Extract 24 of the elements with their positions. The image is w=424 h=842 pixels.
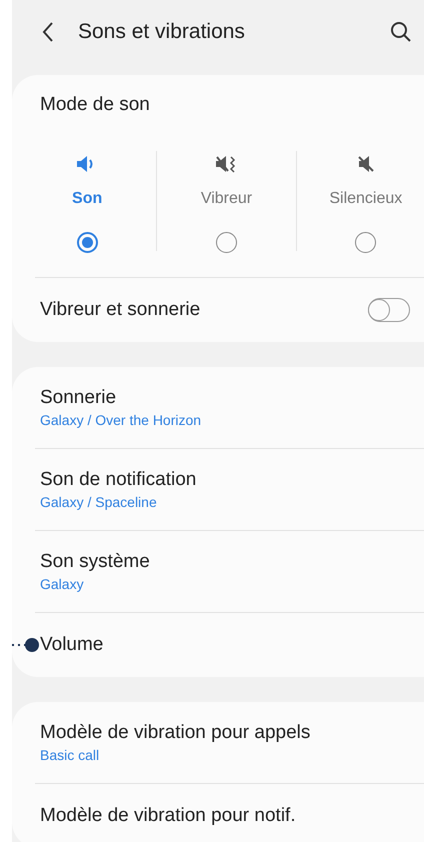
section-title: Mode de son (40, 93, 151, 117)
setting-value: Galaxy (40, 576, 85, 592)
toggle-switch[interactable] (368, 298, 410, 322)
speaker-vibrate-icon[interactable] (215, 155, 238, 173)
radio-button[interactable] (76, 232, 98, 253)
setting-value: Galaxy / Spaceline (40, 494, 158, 510)
speaker-muted-icon[interactable] (356, 155, 375, 173)
setting-title[interactable]: Son de notification (40, 469, 424, 491)
setting-label: Vibreur et sonnerie (40, 299, 200, 321)
setting-title[interactable]: Modèle de vibration pour appels (40, 722, 424, 744)
mode-label[interactable]: Silencieux (329, 190, 402, 208)
screen-title: Sons et vibrations (78, 20, 246, 44)
setting-title[interactable]: Son système (40, 551, 424, 573)
setting-value: Basic call (40, 747, 100, 763)
setting-value: Galaxy / Over the Horizon (40, 412, 202, 428)
mode-label[interactable]: Vibreur (200, 190, 252, 208)
search-icon[interactable] (390, 21, 412, 43)
setting-title[interactable]: Volume (40, 634, 424, 656)
radio-button[interactable] (355, 232, 376, 253)
setting-title[interactable]: Modèle de vibration pour notif. (40, 805, 424, 827)
mode-label[interactable]: Son (72, 190, 102, 208)
setting-title[interactable]: Sonnerie (40, 387, 424, 409)
back-icon[interactable] (42, 22, 54, 42)
radio-button[interactable] (216, 232, 237, 253)
